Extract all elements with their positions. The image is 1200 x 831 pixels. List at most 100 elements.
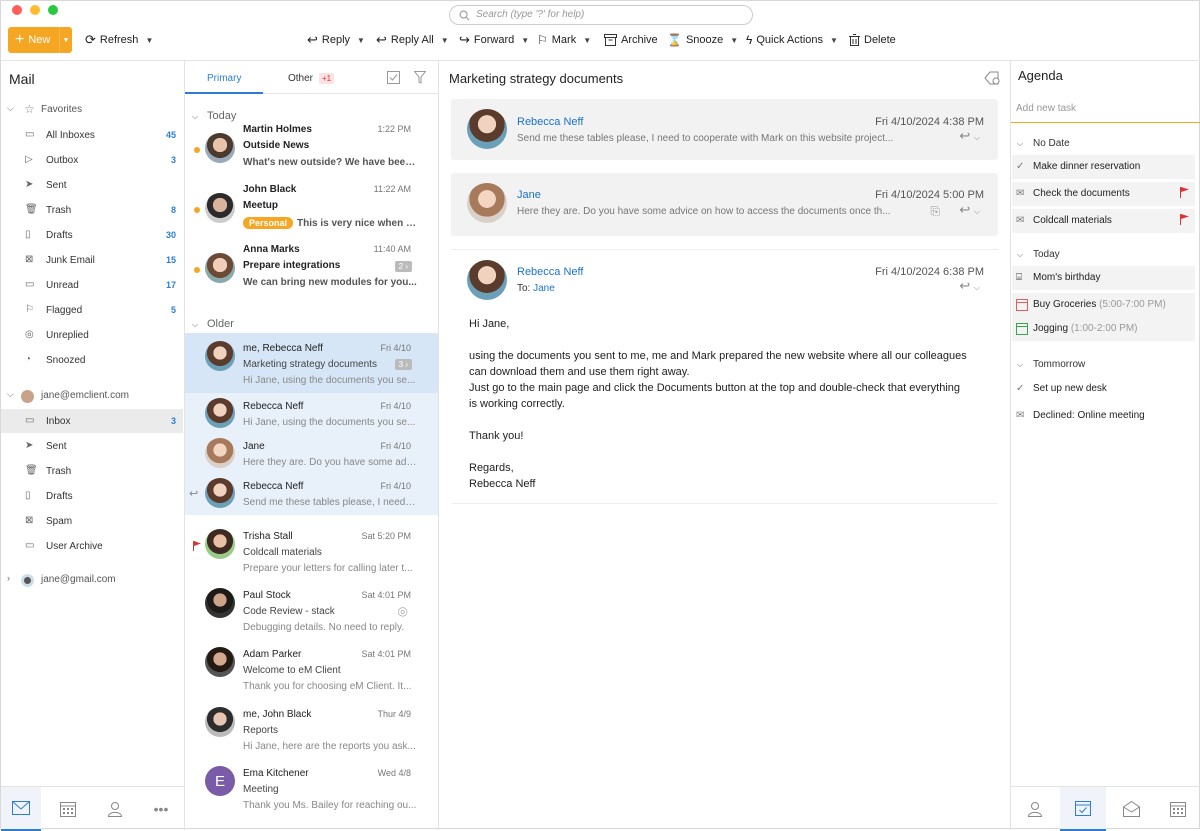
account-header-gmail[interactable]: › jane@gmail.com bbox=[1, 569, 183, 591]
reply-label: Reply bbox=[321, 34, 351, 46]
quick-actions-button[interactable]: ϟ Quick Actions ▼ bbox=[746, 27, 838, 53]
reply-icon[interactable]: ↩ ⌵ bbox=[959, 128, 980, 144]
group-header-older[interactable]: ⌵ Older bbox=[192, 318, 234, 330]
collapsed-message[interactable]: Rebecca Neff Fri 4/10/2024 4:38 PM Send … bbox=[451, 99, 998, 160]
chevron-down-icon: ▼ bbox=[357, 35, 365, 45]
message-sender: Trisha Stall bbox=[243, 531, 293, 542]
refresh-button[interactable]: ⟳ Refresh ▼ bbox=[85, 27, 153, 53]
unread-dot bbox=[194, 147, 200, 153]
tasks-view-button[interactable] bbox=[1060, 787, 1106, 831]
section-label: Today bbox=[1033, 249, 1060, 260]
sidebar-item-unread[interactable]: ▭ Unread 17 bbox=[1, 273, 183, 297]
message-list-item[interactable]: John Black 11:22 AM Meetup Personal This is … bbox=[185, 184, 438, 247]
select-all-icon[interactable] bbox=[387, 71, 400, 84]
sidebar-item-sent[interactable]: ➤ Sent bbox=[1, 173, 183, 197]
sidebar-item-flagged[interactable]: ⚐ Flagged 5 bbox=[1, 298, 183, 322]
forward-button[interactable]: ↪ Forward ▼ bbox=[459, 27, 529, 53]
sidebar-item-drafts[interactable]: ▯ Drafts 30 bbox=[1, 223, 183, 247]
reply-icon: ↩ bbox=[307, 32, 318, 47]
sidebar-item-user-archive[interactable]: ▭ User Archive bbox=[1, 534, 183, 558]
tab-other-badge: +1 bbox=[319, 73, 335, 84]
message-list-item[interactable]: Paul Stock Sat 4:01 PM Code Review - stack… bbox=[185, 580, 438, 639]
message-list-item[interactable]: Adam Parker Sat 4:01 PM Welcome to eM Clie… bbox=[185, 639, 438, 698]
agenda-task[interactable]: ✉ Check the documents bbox=[1012, 182, 1195, 206]
section-label: Tommorrow bbox=[1033, 359, 1086, 370]
message-sender: Paul Stock bbox=[243, 590, 291, 601]
new-dropdown-button[interactable]: ▼ bbox=[59, 27, 72, 53]
message-preview: Prepare your letters for calling later t… bbox=[243, 563, 413, 574]
mail-view-button[interactable] bbox=[1111, 787, 1151, 831]
archive-button[interactable]: Archive bbox=[604, 27, 658, 53]
search-input[interactable]: Search (type '?' for help) bbox=[449, 5, 753, 25]
mail-module-button[interactable] bbox=[1, 787, 41, 831]
agenda-task[interactable]: ✓ Make dinner reservation bbox=[1012, 155, 1195, 179]
thread-item[interactable]: Rebecca Neff Fri 4/10 Hi Jane, using the d… bbox=[185, 393, 438, 433]
agenda-section-tomorrow[interactable]: ⌵ Tommorrow bbox=[1017, 359, 1086, 370]
message-list-item[interactable]: me, John Black Thur 4/9 Reports Hi Jane, he… bbox=[185, 699, 438, 758]
agenda-event[interactable]: ⌸ Mom's birthday bbox=[1012, 266, 1195, 290]
tab-other[interactable]: Other +1 bbox=[263, 61, 343, 94]
sender-name[interactable]: Jane bbox=[517, 189, 541, 201]
message-list-item[interactable]: Martin Holmes 1:22 PM Outside News What's n… bbox=[185, 124, 438, 187]
sidebar-item-trash[interactable]: 🗑 Trash 8 bbox=[1, 198, 183, 222]
sidebar-item-outbox[interactable]: ▷ Outbox 3 bbox=[1, 148, 183, 172]
tag-settings-icon[interactable] bbox=[984, 71, 1000, 85]
group-header-today[interactable]: ⌵ Today bbox=[192, 110, 236, 122]
sidebar-item-junk-email[interactable]: ⊠ Junk Email 15 bbox=[1, 248, 183, 272]
agenda-event[interactable]: Jogging (1:00-2:00 PM) bbox=[1012, 317, 1195, 341]
reply-icon[interactable]: ↩ ⌵ bbox=[959, 202, 980, 218]
agenda-section-no-date[interactable]: ⌵ No Date bbox=[1017, 138, 1070, 149]
filter-icon[interactable] bbox=[414, 71, 426, 84]
thread-count: 2 bbox=[398, 262, 404, 271]
thread-item[interactable]: Rebecca Neff Fri 4/10 Send me these tables… bbox=[185, 473, 438, 515]
add-task-input[interactable]: Add new task bbox=[1011, 97, 1200, 123]
minimize-window-button[interactable] bbox=[30, 5, 40, 15]
calendar-module-button[interactable] bbox=[48, 787, 88, 831]
mark-button[interactable]: ⚐ Mark ▼ bbox=[537, 27, 591, 53]
reply-button[interactable]: ↩ Reply ▼ bbox=[307, 27, 365, 53]
favorites-header[interactable]: ⌵ ☆ Favorites bbox=[1, 99, 183, 121]
zoom-window-button[interactable] bbox=[48, 5, 58, 15]
sidebar-item-all-inboxes[interactable]: ▭ All Inboxes 45 bbox=[1, 123, 183, 147]
recipient-name[interactable]: Jane bbox=[533, 283, 555, 294]
agenda-event[interactable]: Buy Groceries (5:00-7:00 PM) bbox=[1012, 293, 1195, 317]
sidebar-item-snoozed[interactable]: ◔ Snoozed bbox=[1, 348, 183, 372]
reply-icon[interactable]: ↩ ⌵ bbox=[959, 278, 980, 294]
thread-item[interactable]: me, Rebecca Neff Fri 4/10 Marketing strate… bbox=[185, 333, 438, 393]
message-list-item[interactable]: Anna Marks 11:40 AM Prepare integrations We… bbox=[185, 244, 438, 307]
sidebar-item-unreplied[interactable]: ◎ Unreplied bbox=[1, 323, 183, 347]
reply-all-button[interactable]: ↩ Reply All ▼ bbox=[376, 27, 449, 53]
sidebar-item-trash[interactable]: 🗑 Trash bbox=[1, 459, 183, 483]
sender-name[interactable]: Rebecca Neff bbox=[517, 266, 583, 278]
agenda-task[interactable]: ✉ Coldcall materials bbox=[1012, 209, 1195, 233]
message-sender: Ema Kitchener bbox=[243, 768, 309, 779]
thread-item[interactable]: Jane Fri 4/10 Here they are. Do you have s… bbox=[185, 433, 438, 473]
collapsed-message[interactable]: Jane Fri 4/10/2024 5:00 PM Here they are… bbox=[451, 173, 998, 236]
task-label: Coldcall materials bbox=[1033, 215, 1112, 226]
sidebar-item-sent[interactable]: ➤ Sent bbox=[1, 434, 183, 458]
agenda-event[interactable]: ✉ Declined: Online meeting bbox=[1012, 404, 1195, 428]
message-subject: Reports bbox=[243, 725, 279, 736]
task-calendar-icon bbox=[1075, 801, 1091, 816]
close-window-button[interactable] bbox=[12, 5, 22, 15]
new-button[interactable]: + New ▼ bbox=[8, 27, 72, 53]
sidebar-item-spam[interactable]: ⊠ Spam bbox=[1, 509, 183, 533]
calendar-view-button[interactable] bbox=[1158, 787, 1198, 831]
snooze-button[interactable]: ⌛ Snooze ▼ bbox=[667, 27, 738, 53]
agenda-section-today[interactable]: ⌵ Today bbox=[1017, 249, 1060, 260]
more-modules-button[interactable]: ••• bbox=[141, 787, 181, 831]
contacts-view-button[interactable] bbox=[1015, 787, 1055, 831]
tab-primary[interactable]: Primary bbox=[185, 61, 263, 94]
contacts-module-button[interactable] bbox=[95, 787, 135, 831]
sidebar-item-inbox[interactable]: ▭ Inbox 3 bbox=[1, 409, 183, 433]
conversation-title: Marketing strategy documents bbox=[449, 71, 624, 86]
message-date: Sat 5:20 PM bbox=[361, 531, 411, 541]
message-list-item[interactable]: Trisha Stall Sat 5:20 PM Coldcall material… bbox=[185, 521, 438, 580]
message-list-item[interactable]: E Ema Kitchener Wed 4/8 Meeting Thank you Ms… bbox=[185, 758, 438, 817]
message-preview: What's new outside? We have been... bbox=[243, 157, 418, 168]
sidebar-item-drafts[interactable]: ▯ Drafts bbox=[1, 484, 183, 508]
account-header-emclient[interactable]: ⌵ jane@emclient.com bbox=[1, 385, 183, 407]
sender-name[interactable]: Rebecca Neff bbox=[517, 116, 583, 128]
delete-button[interactable]: Delete bbox=[849, 27, 896, 53]
agenda-task[interactable]: ✓ Set up new desk bbox=[1012, 377, 1195, 401]
